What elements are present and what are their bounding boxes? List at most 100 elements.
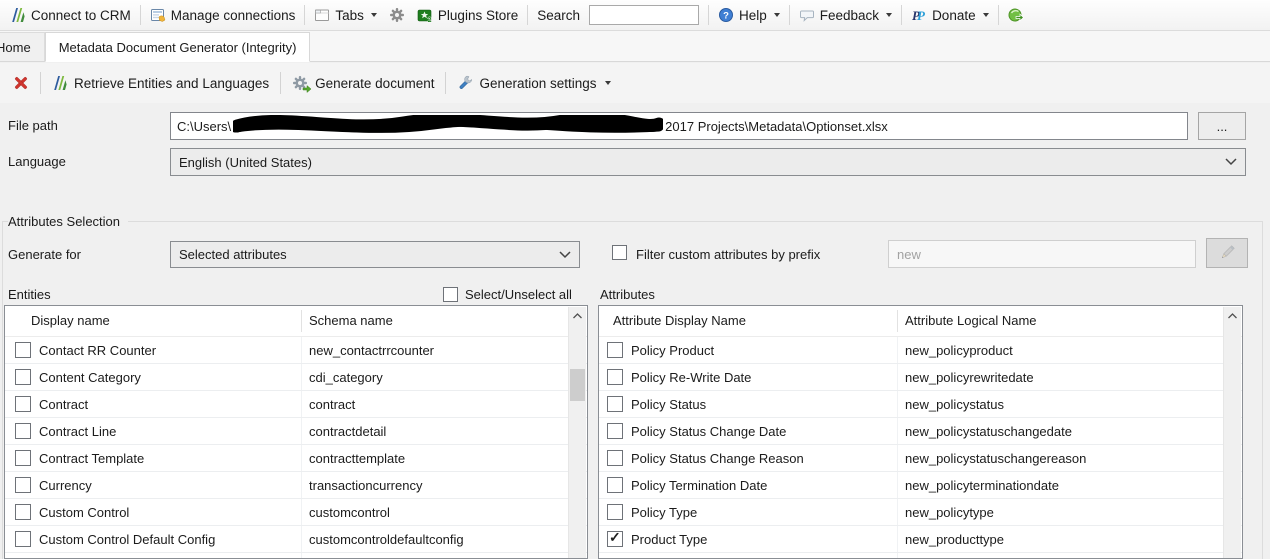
column-header-attribute-logical-name[interactable]: Attribute Logical Name xyxy=(905,313,1037,328)
plugin-toolstrip: Retrieve Entities and Languages Generate… xyxy=(0,63,1270,103)
close-plugin-button[interactable] xyxy=(6,71,36,95)
help-icon: ? xyxy=(719,8,733,22)
chevron-down-icon xyxy=(982,13,989,17)
entity-row[interactable]: Currency transactioncurrency xyxy=(5,472,587,499)
entity-row[interactable]: Content Category cdi_category xyxy=(5,364,587,391)
file-path-prefix: C:\Users\ xyxy=(177,118,232,134)
feedback-menu-button[interactable]: Feedback xyxy=(793,4,898,26)
main-toolbar: Connect to CRM Manage connections Tabs 2… xyxy=(0,0,1270,31)
attribute-checkbox[interactable] xyxy=(607,396,623,412)
entity-checkbox[interactable] xyxy=(15,504,31,520)
open-website-button[interactable] xyxy=(1002,4,1030,26)
chevron-down-icon xyxy=(1225,158,1237,166)
attribute-checkbox[interactable] xyxy=(607,450,623,466)
entity-row[interactable]: Custom Control customcontrol xyxy=(5,499,587,526)
entities-scrollbar[interactable] xyxy=(568,307,586,558)
attribute-checkbox[interactable] xyxy=(607,504,623,520)
entity-checkbox[interactable] xyxy=(15,477,31,493)
pencil-icon xyxy=(1221,245,1235,259)
generate-document-button[interactable]: Generate document xyxy=(285,71,441,96)
tab-metadata-document-generator[interactable]: Metadata Document Generator (Integrity) xyxy=(44,32,311,62)
attribute-row[interactable]: Policy Type new_policytype xyxy=(599,499,1242,526)
column-header-attribute-display-name[interactable]: Attribute Display Name xyxy=(613,313,746,328)
column-header-display-name[interactable]: Display name xyxy=(31,313,110,328)
entities-list: Display name Schema name Contact RR Coun… xyxy=(4,305,588,559)
search-input[interactable] xyxy=(589,5,699,25)
language-label: Language xyxy=(8,154,66,169)
connect-to-crm-label: Connect to CRM xyxy=(31,7,131,23)
attributes-rows: Policy Product new_policyproduct Policy R… xyxy=(599,337,1242,558)
entity-row[interactable]: Custom Control Default Config customcontr… xyxy=(5,526,587,553)
entity-row[interactable]: Contact RR Counter new_contactrrcounter xyxy=(5,337,587,364)
entity-checkbox[interactable] xyxy=(15,369,31,385)
attribute-row[interactable]: Policy Status Change Date new_policystatu… xyxy=(599,418,1242,445)
attribute-row[interactable]: Product Typenew_producttype xyxy=(599,526,1242,553)
generation-settings-button[interactable]: Generation settings xyxy=(450,71,617,95)
connect-to-crm-button[interactable]: Connect to CRM xyxy=(4,4,137,26)
entity-row[interactable]: Contract Line contractdetail xyxy=(5,418,587,445)
edit-prefix-button[interactable] xyxy=(1206,238,1248,268)
generate-document-label: Generate document xyxy=(315,75,435,91)
crm-logo-icon xyxy=(12,8,25,22)
entity-row[interactable] xyxy=(5,553,587,558)
attribute-row[interactable] xyxy=(599,553,1242,558)
svg-text:?: ? xyxy=(723,11,729,22)
file-path-input[interactable]: C:\Users\ 2017 Projects\Metadata\Options… xyxy=(170,112,1188,140)
chevron-down-icon xyxy=(370,13,377,17)
select-unselect-all-checkbox[interactable] xyxy=(443,287,458,302)
attribute-row[interactable]: Policy Termination Date new_policytermina… xyxy=(599,472,1242,499)
entity-row[interactable]: Contract Template contracttemplate xyxy=(5,445,587,472)
plugins-store-icon: 2 xyxy=(417,9,432,23)
entity-checkbox[interactable] xyxy=(15,423,31,439)
tabs-menu-button[interactable]: Tabs xyxy=(308,4,383,26)
scroll-up-arrow-icon[interactable] xyxy=(1224,307,1241,324)
manage-connections-button[interactable]: Manage connections xyxy=(144,4,302,26)
help-menu-button[interactable]: ? Help xyxy=(712,4,786,26)
column-divider[interactable] xyxy=(301,310,302,332)
entity-checkbox[interactable] xyxy=(15,450,31,466)
retrieve-entities-label: Retrieve Entities and Languages xyxy=(74,75,270,91)
close-icon xyxy=(15,77,27,89)
wrench-icon xyxy=(460,75,473,89)
entity-checkbox[interactable] xyxy=(15,396,31,412)
attribute-row[interactable]: Policy Status Change Reason new_policysta… xyxy=(599,445,1242,472)
retrieve-entities-button[interactable]: Retrieve Entities and Languages xyxy=(45,71,276,95)
attribute-checkbox[interactable] xyxy=(607,369,623,385)
select-unselect-all-label: Select/Unselect all xyxy=(465,287,572,302)
attribute-checkbox[interactable] xyxy=(607,477,623,493)
attributes-scrollbar[interactable] xyxy=(1223,307,1241,558)
generate-for-value: Selected attributes xyxy=(179,247,287,262)
paypal-icon: P P xyxy=(912,8,926,23)
tab-home[interactable]: Home xyxy=(0,32,45,61)
language-dropdown[interactable]: English (United States) xyxy=(170,148,1246,176)
plugins-store-button[interactable]: 2 Plugins Store xyxy=(411,4,524,26)
scrollbar-thumb[interactable] xyxy=(570,369,585,401)
search-group: Search xyxy=(531,2,705,28)
column-divider[interactable] xyxy=(897,310,898,332)
filter-prefix-checkbox[interactable] xyxy=(612,245,627,260)
entities-rows: Contact RR Counter new_contactrrcounter C… xyxy=(5,337,587,558)
attribute-checkbox[interactable] xyxy=(607,342,623,358)
prefix-input[interactable] xyxy=(888,240,1196,268)
browse-button[interactable]: ... xyxy=(1198,112,1246,140)
toolbar-separator xyxy=(304,5,306,25)
attribute-row[interactable]: Policy Status new_policystatus xyxy=(599,391,1242,418)
browse-button-label: ... xyxy=(1216,118,1228,134)
entity-row[interactable]: Contract contract xyxy=(5,391,587,418)
column-header-schema-name[interactable]: Schema name xyxy=(309,313,393,328)
file-path-label: File path xyxy=(8,118,58,133)
chevron-down-icon xyxy=(886,13,893,17)
attribute-row[interactable]: Policy Product new_policyproduct xyxy=(599,337,1242,364)
filter-prefix-label: Filter custom attributes by prefix xyxy=(636,247,821,262)
entity-checkbox[interactable] xyxy=(15,531,31,547)
donate-menu-button[interactable]: P P Donate xyxy=(905,4,995,26)
entity-checkbox[interactable] xyxy=(15,342,31,358)
toolbar-separator xyxy=(997,5,999,25)
attribute-checkbox[interactable] xyxy=(607,529,623,547)
scroll-up-arrow-icon[interactable] xyxy=(569,307,586,324)
attribute-row[interactable]: Policy Re-Write Date new_policyrewritedat… xyxy=(599,364,1242,391)
toolstrip-separator xyxy=(445,72,447,94)
settings-gear-button[interactable] xyxy=(383,4,411,26)
attribute-checkbox[interactable] xyxy=(607,423,623,439)
generate-for-dropdown[interactable]: Selected attributes xyxy=(170,241,580,268)
